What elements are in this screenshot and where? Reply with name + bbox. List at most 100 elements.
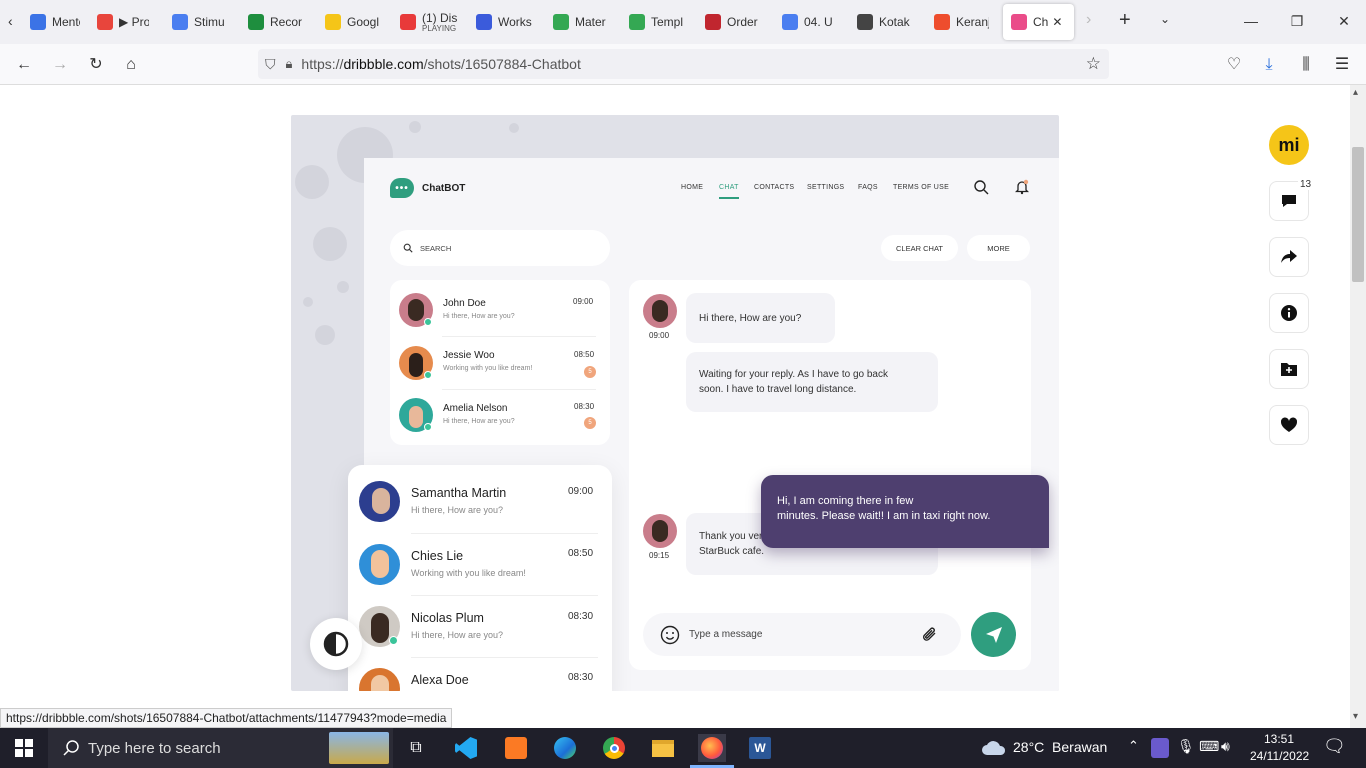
browser-tab[interactable]: Kotak [857,4,912,40]
new-tab-icon[interactable]: + [1119,9,1131,32]
attachment-icon[interactable] [920,625,940,645]
contact-item-john-doe[interactable]: John Doe Hi there, How are you? 09:00 [390,280,610,335]
browser-tab[interactable]: (1) Dis PLAYING [400,4,458,40]
info-button[interactable] [1269,293,1309,333]
firefox-icon[interactable] [698,734,726,762]
back-icon[interactable]: ← [12,53,36,77]
list-tabs-icon[interactable]: ⌄ [1160,12,1170,26]
theme-toggle-button[interactable] [310,618,362,670]
browser-tab[interactable]: 04. UI [782,4,832,40]
vscode-icon[interactable] [452,734,480,762]
menu-terms[interactable]: TERMS OF USE [893,184,949,191]
message-input[interactable]: Type a message [643,613,961,656]
file-explorer-icon[interactable] [649,734,677,762]
menu-icon[interactable]: ☰ [1330,53,1354,77]
app-logo[interactable]: ••• ChatBOT [390,178,465,198]
shot-image[interactable]: ••• ChatBOT HOME CHAT CONTACTS SETTINGS … [291,115,1059,691]
contact-item-jessie-woo[interactable]: Jessie Woo Working with you like dream! … [390,337,610,389]
word-icon[interactable]: W [746,734,774,762]
weather-text[interactable]: 28°C Berawan [1013,739,1107,755]
clear-chat-button[interactable]: CLEAR CHAT [881,235,958,261]
browser-tab[interactable]: Mater [553,4,608,40]
microphone-icon[interactable]: 🎙︎ [1177,738,1195,755]
windows-start-icon[interactable] [10,734,38,762]
address-bar[interactable]: ⛉ 🔒︎ https://dribbble.com/shots/16507884… [258,49,1109,79]
save-to-collection-button[interactable] [1269,349,1309,389]
taskbar-search[interactable]: Type here to search [48,728,393,768]
tab-favicon-icon [97,14,113,30]
search-input[interactable]: SEARCH [390,230,610,266]
weather-cloud-icon[interactable] [981,739,1007,757]
search-icon[interactable] [973,179,989,195]
reload-icon[interactable]: ↻ [84,53,108,77]
menu-faqs[interactable]: FAQS [858,184,878,191]
lock-icon: 🔒︎ [285,56,293,71]
tab-favicon-icon [1011,14,1027,30]
menu-chat[interactable]: CHAT [719,184,739,199]
menu-home[interactable]: HOME [681,184,703,191]
edge-icon[interactable] [551,734,579,762]
tab-favicon-icon [172,14,188,30]
bell-icon[interactable] [1015,179,1029,195]
close-window-icon[interactable]: ✕ [1333,10,1355,32]
xampp-icon[interactable] [502,734,530,762]
menu-contacts[interactable]: CONTACTS [754,184,794,191]
system-tray-chevron-icon[interactable]: ⌃ [1128,738,1139,754]
browser-tab[interactable]: Works [476,4,534,40]
microphone-in-use-icon[interactable] [1151,738,1169,758]
tab-scroll-left-icon[interactable]: ‹ [8,13,13,29]
scroll-down-icon[interactable]: ▾ [1353,711,1358,722]
network-icon[interactable]: ⌨︎ [1199,738,1219,755]
share-button[interactable] [1269,237,1309,277]
browser-tab[interactable]: Ch ✕ [1003,4,1074,40]
browser-tab[interactable]: ▶ Pro [97,4,149,40]
browser-tab[interactable]: Stimu [172,4,227,40]
share-icon [1281,250,1297,263]
downloads-icon[interactable]: ⤓ [1257,53,1281,77]
contact-item-chies-lie[interactable]: Chies Lie Working with you like dream! 0… [348,534,612,596]
bookmark-star-icon[interactable]: ☆ [1086,54,1101,74]
clock-date[interactable]: 24/11/2022 [1250,749,1309,763]
home-icon[interactable]: ⌂ [119,53,143,77]
like-button[interactable] [1269,405,1309,445]
info-icon [1281,305,1297,321]
menu-settings[interactable]: SETTINGS [807,184,844,191]
shield-icon[interactable]: ⛉ [265,56,276,73]
send-button[interactable] [971,612,1016,657]
browser-tab[interactable]: Templ [629,4,684,40]
tab-label: Stimu [194,15,225,29]
user-avatar[interactable]: mi [1269,125,1309,165]
browser-tab[interactable]: Order [705,4,760,40]
browser-tab[interactable]: Keranj [934,4,989,40]
tab-label: Keranj [956,15,989,29]
bubble-decoration [409,121,421,133]
library-icon[interactable]: ⫼ [1294,53,1318,77]
browser-tab[interactable]: Mento [30,4,80,40]
pocket-icon[interactable]: ♡ [1222,53,1246,77]
more-button[interactable]: MORE [967,235,1030,261]
clock-time[interactable]: 13:51 [1264,732,1294,746]
close-tab-icon[interactable]: ✕ [1052,15,1062,29]
forward-icon[interactable]: → [48,53,72,77]
scrollbar-thumb[interactable] [1352,147,1364,282]
minimize-icon[interactable]: — [1240,10,1262,32]
volume-icon[interactable]: 🔊︎ [1221,738,1230,755]
notification-center-icon[interactable]: 🗨︎ [1323,736,1346,757]
browser-tab[interactable]: Recor [248,4,303,40]
browser-tab[interactable]: Googl [325,4,380,40]
contact-item-amelia-nelson[interactable]: Amelia Nelson Hi there, How are you? 08:… [390,390,610,445]
restore-icon[interactable]: ❐ [1286,10,1308,32]
avatar [643,514,677,548]
tab-scroll-right-icon[interactable]: › [1086,11,1091,29]
emoji-icon[interactable] [660,625,680,645]
message-text: Hi there, How are you? [699,312,802,324]
contact-preview: Hi there, How are you? [411,630,504,640]
task-view-icon[interactable]: ⧉ [402,734,430,762]
contact-item-alexa-doe[interactable]: Alexa Doe 08:30 [348,658,612,691]
page-scrollbar[interactable]: ▴ ▾ [1350,85,1366,728]
tab-bar: ‹ Mento ▶ Pro Stimu Recor Googl (1) DisPLAYIN… [0,0,1366,44]
contact-item-nicolas-plum[interactable]: Nicolas Plum Hi there, How are you? 08:3… [348,596,612,658]
chrome-icon[interactable] [600,734,628,762]
scroll-up-icon[interactable]: ▴ [1353,87,1358,98]
contact-item-samantha-martin[interactable]: Samantha Martin Hi there, How are you? 0… [348,465,612,527]
